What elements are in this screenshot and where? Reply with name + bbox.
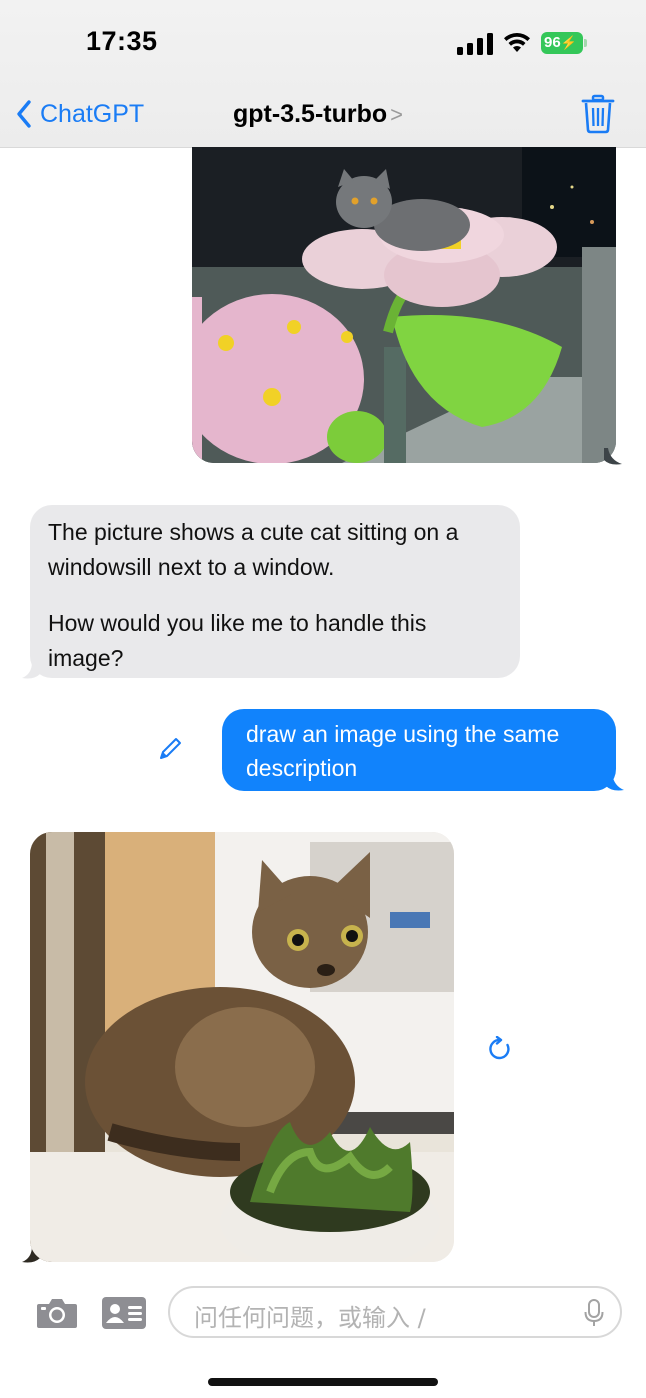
bubble-tail [604, 448, 622, 465]
message-input[interactable]: 问任何问题，或输入 / [168, 1286, 622, 1338]
contact-card-icon[interactable] [102, 1297, 146, 1329]
camera-icon[interactable] [36, 1297, 78, 1329]
user-uploaded-photo[interactable] [192, 147, 616, 463]
home-indicator [208, 1378, 438, 1386]
message-input-placeholder: 问任何问题，或输入 / [194, 1304, 426, 1332]
cellular-signal-icon [457, 33, 493, 55]
model-title: gpt-3.5-turbo [233, 100, 388, 128]
edit-icon[interactable] [158, 737, 182, 761]
generated-cat-image[interactable] [30, 832, 454, 1262]
model-selector[interactable]: gpt-3.5-turbo > [233, 100, 403, 129]
chevron-left-icon [17, 100, 31, 128]
user-message: draw an image using the same description [222, 709, 616, 791]
back-label: ChatGPT [40, 99, 145, 128]
back-button[interactable]: ChatGPT [16, 98, 144, 130]
battery-level: 96 [544, 34, 561, 51]
model-chevron: > [390, 101, 403, 127]
assistant-message-question: How would you like me to handle this ima… [48, 610, 427, 671]
assistant-message-text: The picture shows a cute cat sitting on … [48, 519, 459, 580]
wifi-icon [504, 32, 530, 52]
trash-icon[interactable] [580, 94, 616, 134]
assistant-message: The picture shows a cute cat sitting on … [30, 505, 520, 678]
battery-indicator: 96⚡ [541, 32, 587, 54]
mic-icon[interactable] [584, 1299, 604, 1327]
refresh-icon[interactable] [487, 1036, 513, 1062]
user-message-text: draw an image using the same description [246, 721, 560, 781]
status-time: 17:35 [86, 26, 158, 56]
